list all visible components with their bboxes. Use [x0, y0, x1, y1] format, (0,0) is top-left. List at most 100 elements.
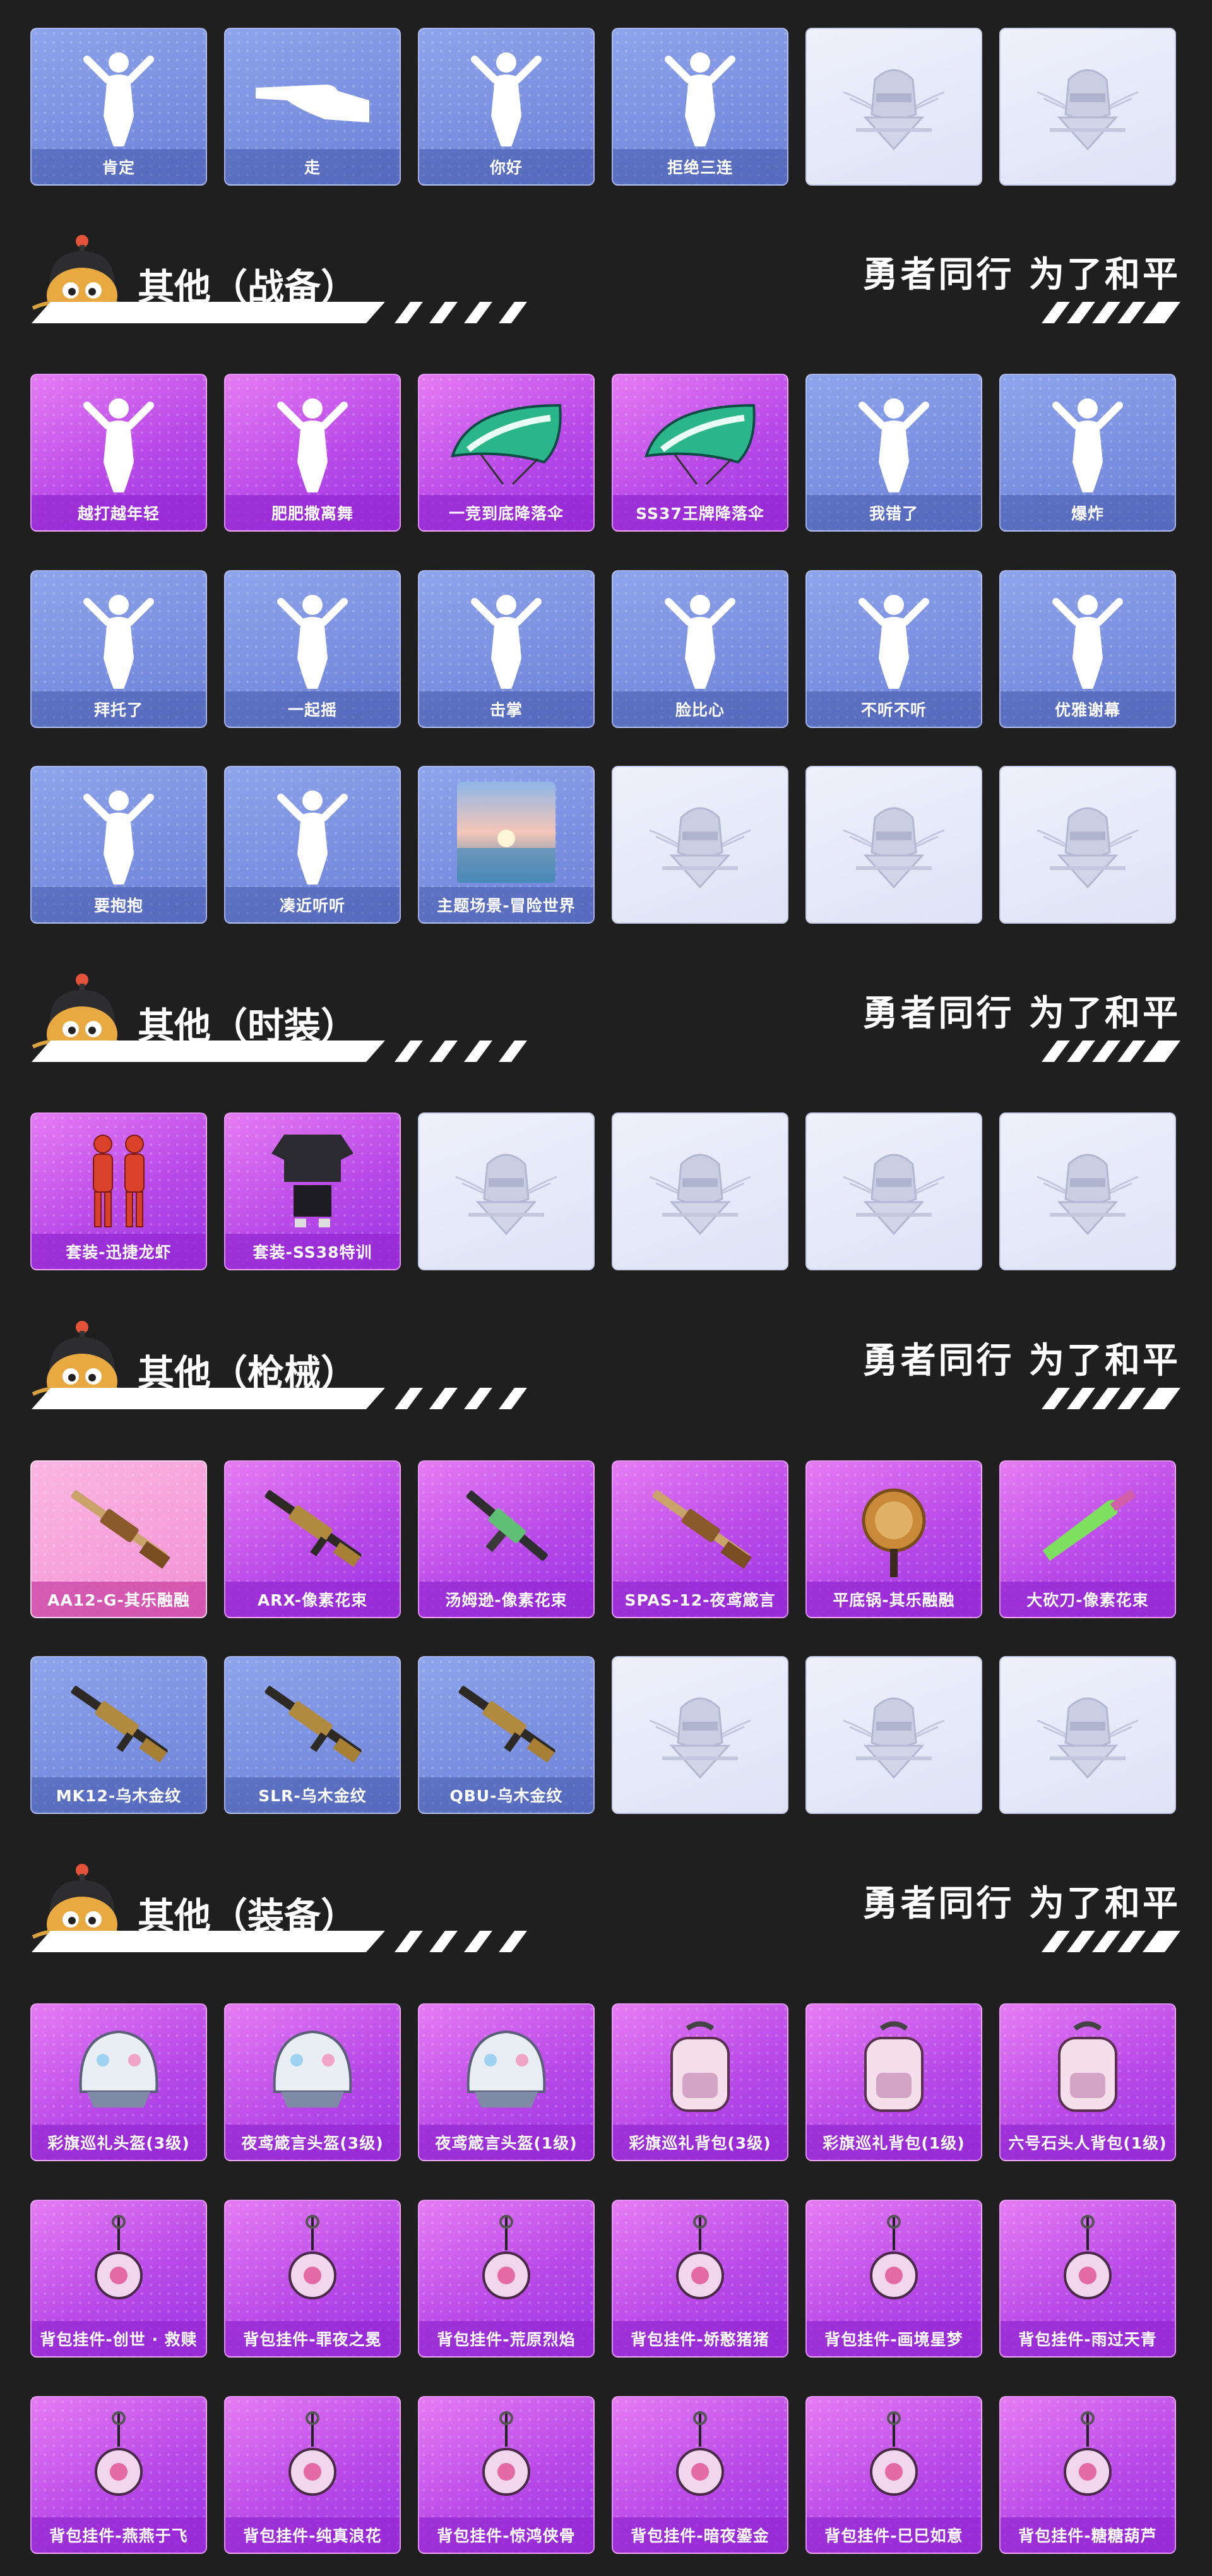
reward-card[interactable]: 套装-迅捷龙虾 [30, 1112, 207, 1270]
empty-slot-card[interactable] [612, 766, 788, 924]
empty-slot-card[interactable] [805, 1112, 982, 1270]
reward-card[interactable]: MK12-乌木金纹 [30, 1656, 207, 1814]
charm-icon [443, 2409, 569, 2516]
reward-card[interactable]: SPAS-12-夜鸢箴言 [612, 1460, 788, 1618]
reward-card[interactable]: 一起摇 [224, 570, 401, 728]
reward-label: 要抱抱 [32, 887, 206, 922]
pubg-emblem-icon [1025, 54, 1151, 162]
emote-highfive-icon [443, 583, 569, 690]
reward-card[interactable]: 平底锅-其乐融融 [805, 1460, 982, 1618]
empty-slot-card[interactable] [999, 766, 1176, 924]
smg-icon [443, 1473, 569, 1580]
item-row: 套装-迅捷龙虾 套装-SS38特训 [0, 1112, 1212, 1270]
reward-card[interactable]: 彩旗巡礼背包(1级) [805, 2003, 982, 2161]
item-row: AA12-G-其乐融融 ARX-像素花束 汤姆逊-像素花束 SPAS-12-夜鸢箴言平… [0, 1460, 1212, 1618]
reward-card[interactable]: 肥肥撒离舞 [224, 374, 401, 532]
reward-label: SPAS-12-夜鸢箴言 [613, 1582, 787, 1617]
empty-slot-card[interactable] [612, 1656, 788, 1814]
reward-label: 六号石头人背包(1级) [1001, 2125, 1175, 2160]
reward-label: SS37王牌降落伞 [613, 495, 787, 530]
reward-card[interactable]: 拜托了 [30, 570, 207, 728]
reward-card[interactable]: 要抱抱 [30, 766, 207, 924]
reward-card[interactable]: 背包挂件-荒原烈焰 [418, 2200, 595, 2358]
reward-label: 彩旗巡礼背包(1级) [807, 2125, 981, 2160]
reward-card[interactable]: 彩旗巡礼背包(3级) [612, 2003, 788, 2161]
empty-slot-card[interactable] [805, 28, 982, 186]
item-row: 拜托了 一起摇 击掌 脸比心 不听不听 优雅谢幕 [0, 570, 1212, 728]
empty-slot-card[interactable] [805, 766, 982, 924]
reward-card[interactable]: 夜鸢箴言头盔(1级) [418, 2003, 595, 2161]
reward-card[interactable]: 汤姆逊-像素花束 [418, 1460, 595, 1618]
reward-label: 背包挂件-巳巳如意 [807, 2517, 981, 2553]
reward-card[interactable]: 背包挂件-画境星梦 [805, 2200, 982, 2358]
pubg-emblem-icon [637, 1683, 763, 1790]
empty-slot-card[interactable] [418, 1112, 595, 1270]
rifle-icon [443, 1669, 569, 1776]
reward-card[interactable]: 夜鸢箴言头盔(3级) [224, 2003, 401, 2161]
reward-card[interactable]: 背包挂件-雨过天青 [999, 2200, 1176, 2358]
reward-card[interactable]: QBU-乌木金纹 [418, 1656, 595, 1814]
reward-card[interactable]: 越打越年轻 [30, 374, 207, 532]
reward-card[interactable]: 我错了 [805, 374, 982, 532]
reward-label: 我错了 [807, 495, 981, 530]
reward-card[interactable]: 背包挂件-罪夜之冕 [224, 2200, 401, 2358]
reward-label: 汤姆逊-像素花束 [419, 1582, 593, 1617]
reward-label: 一竞到底降落伞 [419, 495, 593, 530]
reward-label: QBU-乌木金纹 [419, 1777, 593, 1813]
helmet-icon [56, 2016, 182, 2123]
charm-icon [56, 2409, 182, 2516]
reward-card[interactable]: 主题场景-冒险世界 [418, 766, 595, 924]
helmet-icon [443, 2016, 569, 2123]
reward-card[interactable]: 大砍刀-像素花束 [999, 1460, 1176, 1618]
reward-label: 彩旗巡礼背包(3级) [613, 2125, 787, 2160]
reward-card[interactable]: 彩旗巡礼头盔(3级) [30, 2003, 207, 2161]
reward-card[interactable]: 你好 [418, 28, 595, 186]
empty-slot-card[interactable] [999, 1112, 1176, 1270]
reward-label: 越打越年轻 [32, 495, 206, 530]
empty-slot-card[interactable] [999, 28, 1176, 186]
reward-card[interactable]: 背包挂件-娇憨猪猪 [612, 2200, 788, 2358]
reward-card[interactable]: 一竞到底降落伞 [418, 374, 595, 532]
reward-card[interactable]: 背包挂件-糖糖葫芦 [999, 2396, 1176, 2554]
reward-card[interactable]: 套装-SS38特训 [224, 1112, 401, 1270]
reward-card[interactable]: 不听不听 [805, 570, 982, 728]
reward-label: 背包挂件-荒原烈焰 [419, 2321, 593, 2356]
reward-card[interactable]: 背包挂件-燕燕于飞 [30, 2396, 207, 2554]
reward-label: 夜鸢箴言头盔(3级) [225, 2125, 400, 2160]
item-row: 肯定走你好 拒绝三连 [0, 28, 1212, 186]
reward-label: 背包挂件-罪夜之冕 [225, 2321, 400, 2356]
section-title: 其他（装备） [138, 1895, 358, 1938]
reward-card[interactable]: 背包挂件-暗夜鎏金 [612, 2396, 788, 2554]
item-row: 彩旗巡礼头盔(3级) 夜鸢箴言头盔(3级) 夜鸢箴言头盔(1级) 彩旗巡礼背包(3级)… [0, 2003, 1212, 2161]
empty-slot-card[interactable] [805, 1656, 982, 1814]
reward-label: 背包挂件-创世 · 救赎 [32, 2321, 206, 2356]
reward-card[interactable]: 背包挂件-创世 · 救赎 [30, 2200, 207, 2358]
reward-label: 彩旗巡礼头盔(3级) [32, 2125, 206, 2160]
reward-card[interactable]: 脸比心 [612, 570, 788, 728]
helmet-icon [249, 2016, 376, 2123]
reward-label: 背包挂件-惊鸿侠骨 [419, 2517, 593, 2553]
reward-card[interactable]: 击掌 [418, 570, 595, 728]
reward-card[interactable]: 走 [224, 28, 401, 186]
reward-card[interactable]: 背包挂件-惊鸿侠骨 [418, 2396, 595, 2554]
reward-card[interactable]: AA12-G-其乐融融 [30, 1460, 207, 1618]
pubg-emblem-icon [831, 1683, 957, 1790]
emote-refuse-icon [637, 40, 763, 148]
reward-card[interactable]: 背包挂件-巳巳如意 [805, 2396, 982, 2554]
empty-slot-card[interactable] [612, 1112, 788, 1270]
reward-card[interactable]: 凑近听听 [224, 766, 401, 924]
slogan-stripes [1042, 1388, 1180, 1409]
empty-slot-card[interactable] [999, 1656, 1176, 1814]
reward-card[interactable]: 六号石头人背包(1级) [999, 2003, 1176, 2161]
reward-card[interactable]: 爆炸 [999, 374, 1176, 532]
reward-card[interactable]: 肯定 [30, 28, 207, 186]
reward-card[interactable]: SLR-乌木金纹 [224, 1656, 401, 1814]
emote-heart-icon [637, 583, 763, 690]
reward-card[interactable]: SS37王牌降落伞 [612, 374, 788, 532]
reward-card[interactable]: 拒绝三连 [612, 28, 788, 186]
reward-card[interactable]: ARX-像素花束 [224, 1460, 401, 1618]
slogan-stripes [1042, 302, 1180, 323]
reward-card[interactable]: 优雅谢幕 [999, 570, 1176, 728]
emote-apology-icon [831, 386, 957, 494]
reward-card[interactable]: 背包挂件-纯真浪花 [224, 2396, 401, 2554]
